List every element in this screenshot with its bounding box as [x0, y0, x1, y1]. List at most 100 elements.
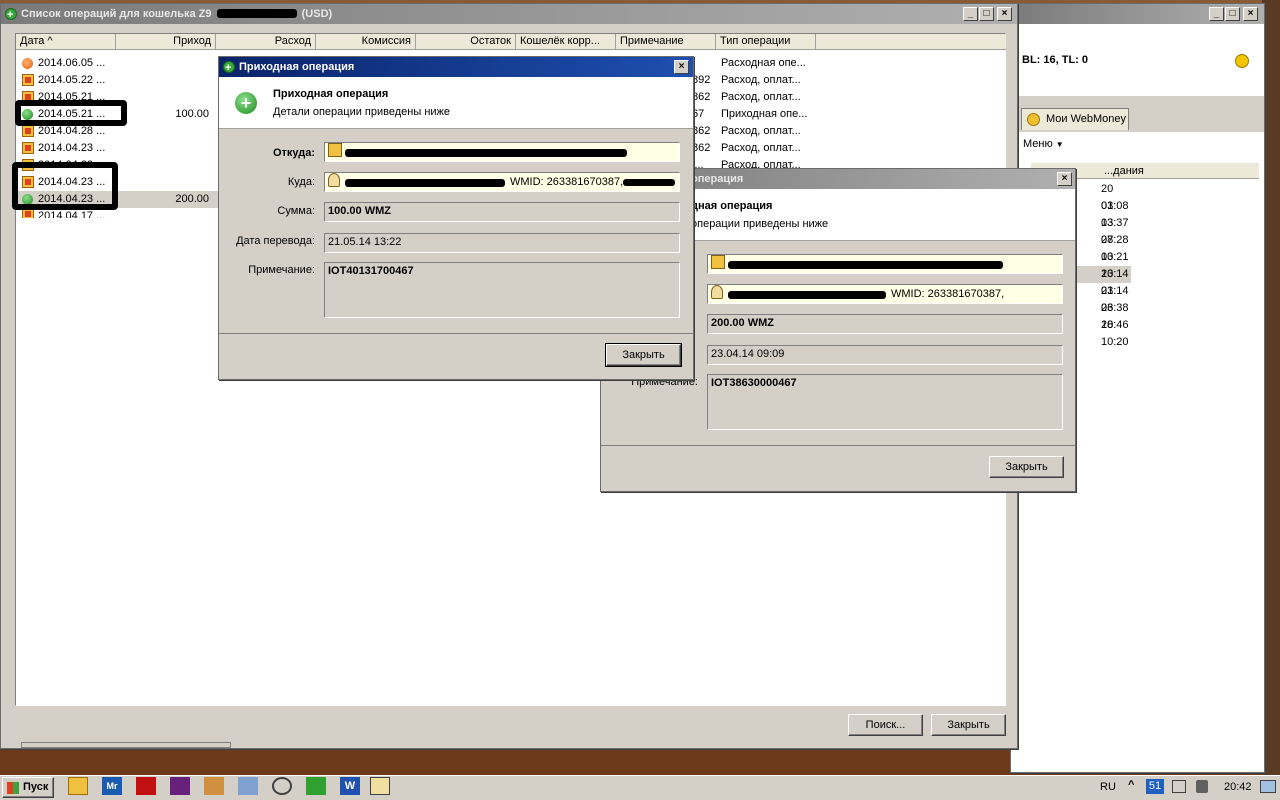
dialog1-amount-label: Сумма: [277, 205, 315, 217]
column-header-balance[interactable]: Остаток [416, 34, 516, 50]
column-header-note[interactable]: Примечание [616, 34, 716, 50]
column-header-income[interactable]: Приход [116, 34, 216, 50]
main-close-dialog-button[interactable]: Закрыть [931, 714, 1006, 736]
dialog1-header-title: Приходная операция [273, 88, 389, 100]
dialog2-from-field[interactable] [707, 254, 1063, 274]
tray-expand-icon[interactable]: ^ [1128, 779, 1134, 791]
dialog1-separator [219, 333, 693, 334]
language-indicator[interactable]: RU [1100, 781, 1116, 793]
keeper-minimize-button[interactable]: _ [1209, 7, 1224, 21]
dialog2-to-wmid: WMID: 263381670387, [891, 288, 1005, 300]
tool-icon[interactable] [204, 777, 224, 795]
column-header-expense[interactable]: Расход [216, 34, 316, 50]
main-maximize-button[interactable]: □ [979, 7, 994, 21]
dialog1-close-button[interactable]: Закрыть [605, 343, 682, 367]
mail-ru-agent-icon[interactable]: Mr [102, 777, 122, 795]
webmoney-app-icon [5, 5, 17, 24]
tab-my-webmoney[interactable]: Мои WebMoney [1021, 108, 1129, 130]
payment-document-icon [22, 125, 34, 137]
green-app-icon[interactable] [306, 777, 326, 795]
redacted-to [728, 291, 886, 299]
cell-note: 67 [692, 108, 705, 120]
column-header-type[interactable]: Тип операции [716, 34, 816, 50]
dialog2-separator [601, 445, 1075, 446]
main-close-button[interactable]: × [997, 7, 1012, 21]
menu-label: Меню [1023, 138, 1053, 150]
dialog1-from-label: Откуда: [272, 147, 315, 159]
cell-note: 862 [692, 91, 711, 103]
explorer-icon[interactable] [68, 777, 88, 795]
dialog2-amount-field: 200.00 WMZ [707, 314, 1063, 334]
cell-type: Приходная опе... [721, 108, 808, 120]
dialog2-close-button[interactable]: Закрыть [989, 456, 1064, 478]
clock[interactable]: 20:42 [1224, 781, 1252, 793]
dialog1-to-label: Куда: [287, 176, 315, 188]
word-icon[interactable]: W [340, 777, 360, 795]
tray-badge[interactable]: 51 [1146, 779, 1164, 794]
redacted-from [728, 261, 1003, 269]
search-button[interactable]: Поиск... [848, 714, 923, 736]
sort-ascending-icon: ^ [47, 35, 53, 47]
column-header-date[interactable]: Дата ^ [16, 34, 116, 50]
dialog2-close-icon[interactable]: × [1057, 172, 1072, 186]
dialog1-close-icon[interactable]: × [674, 60, 689, 74]
redacted-to-tail [623, 179, 675, 186]
main-window-title: Список операций для кошелька Z9 [21, 8, 212, 20]
keeper-notification-icon[interactable] [1235, 54, 1249, 68]
dialog1-title: Приходная операция [239, 61, 355, 73]
dialog1-note-field: IOT40131700467 [324, 262, 680, 318]
dialog2-to-field[interactable]: WMID: 263381670387, [707, 284, 1063, 304]
chevron-down-icon: ▼ [1055, 140, 1064, 149]
start-button[interactable]: Пуск [2, 777, 54, 798]
network-icon[interactable] [1172, 780, 1186, 793]
dialog1-amount-field: 100.00 WMZ [324, 202, 680, 222]
column-header-correspondent[interactable]: Кошелёк корр... [516, 34, 616, 50]
plus-circle-icon: + [235, 92, 257, 114]
redacted-wallet [216, 9, 297, 18]
outgoing-operation-icon [22, 58, 33, 69]
highlight-mark [15, 100, 127, 126]
status-bar [21, 742, 231, 748]
volume-icon[interactable] [1196, 780, 1208, 793]
speaker-icon[interactable] [238, 777, 258, 795]
highlight-mark [12, 162, 118, 210]
column-header-filler [816, 34, 1006, 50]
main-window-title-suffix: (USD) [301, 8, 333, 20]
main-minimize-button[interactable]: _ [963, 7, 978, 21]
cell-type: Расходная опе... [721, 57, 806, 69]
dialog1-to-wmid: WMID: 263381670387, [510, 176, 624, 188]
dialog1-titlebar: Приходная операция [219, 57, 693, 77]
visual-studio-icon[interactable] [170, 777, 190, 795]
show-desktop-icon[interactable] [1260, 780, 1276, 793]
app-icon[interactable] [272, 777, 292, 795]
dialog1-to-field[interactable]: WMID: 263381670387, [324, 172, 680, 192]
dialog2-date-field: 23.04.14 09:09 [707, 345, 1063, 365]
dialog1-header: + Приходная операция Детали операции при… [219, 77, 693, 129]
column-header-commission[interactable]: Комиссия [316, 34, 416, 50]
keeper-close-button[interactable]: × [1243, 7, 1258, 21]
cell-date: 2014.04.23 ... [38, 142, 106, 154]
payment-document-icon [22, 142, 34, 154]
webmoney-coin-icon [1027, 113, 1040, 126]
keeper-maximize-button[interactable]: □ [1225, 7, 1240, 21]
cell-income: 100.00 [175, 108, 209, 120]
tab-label: Мои WebMoney [1046, 113, 1127, 125]
user-icon [711, 285, 723, 300]
dialog1-from-field[interactable] [324, 142, 680, 162]
keeper-menu-button[interactable]: Меню ▼ [1023, 138, 1064, 150]
incoming-operation-icon [223, 58, 235, 77]
dialog1-note-label: Примечание: [248, 264, 315, 276]
redacted-to [345, 179, 505, 187]
dialog2-header-subtitle: операции приведены ниже [691, 218, 829, 230]
pdf-reader-icon[interactable] [136, 777, 156, 795]
keeper-bl-tl-status: BL: 16, TL: 0 [1022, 54, 1089, 66]
cell-type: Расход, оплат... [721, 142, 801, 154]
cell-note: 862 [692, 125, 711, 137]
cell-type: Расход, оплат... [721, 125, 801, 137]
webmoney-keeper-icon[interactable] [370, 777, 390, 795]
cell-type: Расход, оплат... [721, 91, 801, 103]
wallet-icon [328, 143, 342, 158]
cell-income: 200.00 [175, 193, 209, 205]
cell-date: 2014.06.05 ... [38, 57, 106, 69]
dialog1-date-field: 21.05.14 13:22 [324, 233, 680, 253]
